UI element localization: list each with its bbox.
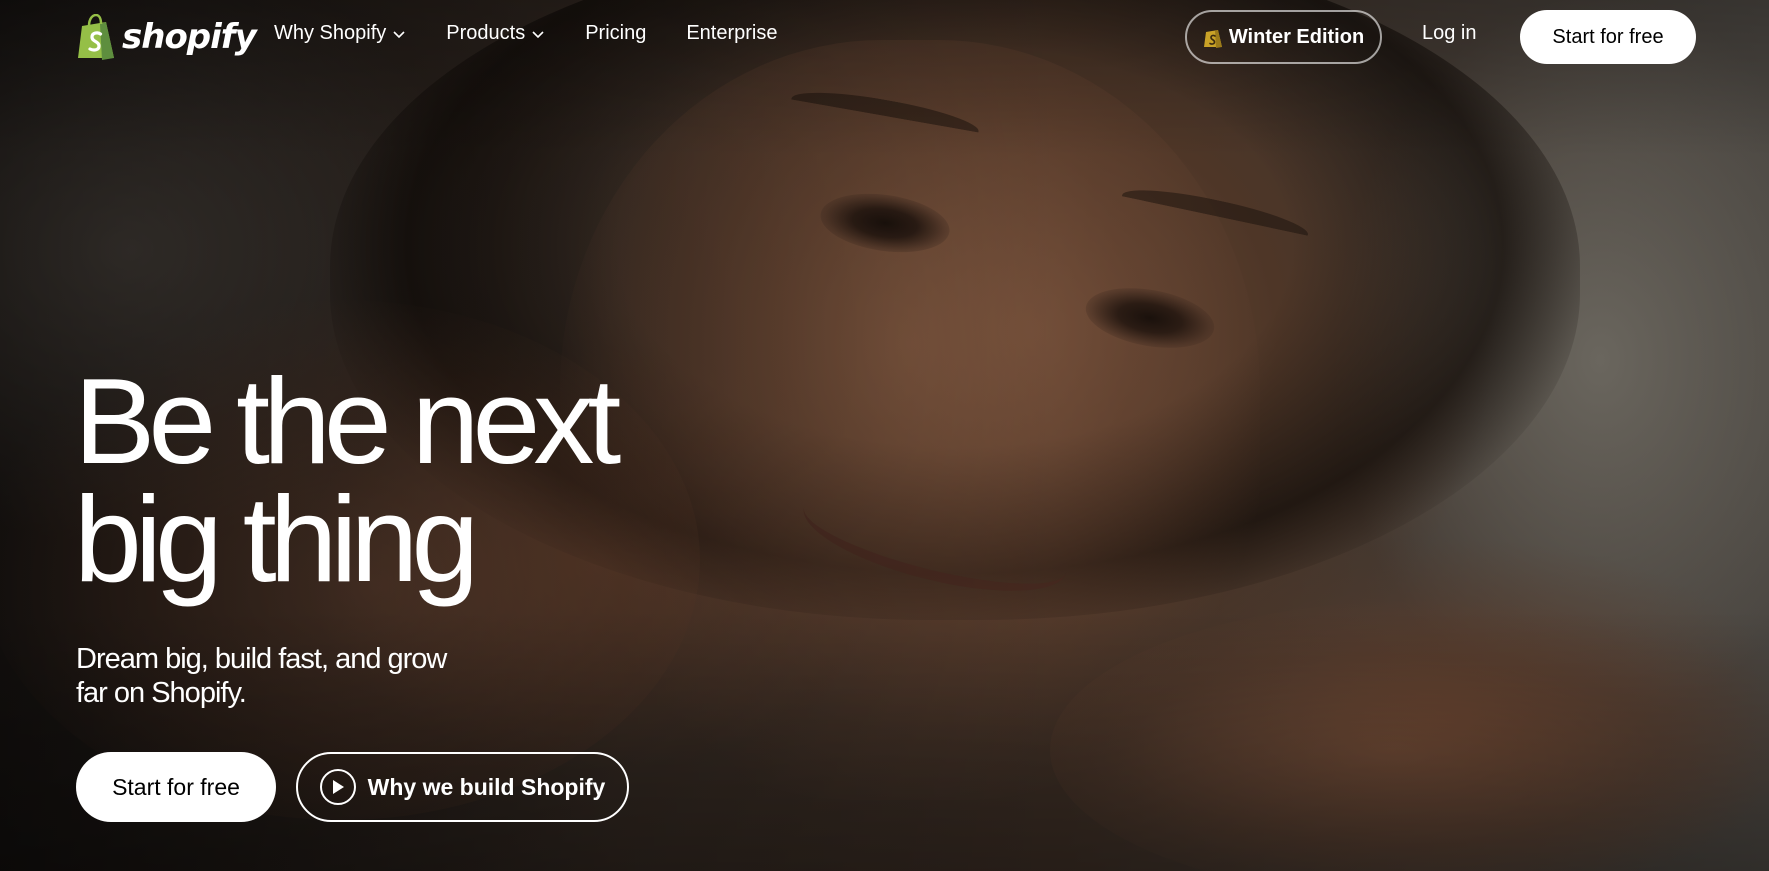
why-we-build-label: Why we build Shopify bbox=[367, 773, 606, 800]
chevron-down-icon bbox=[532, 30, 544, 38]
logo-wordmark: shopify bbox=[122, 17, 257, 57]
hero-subtitle-line2: far on Shopify. bbox=[76, 677, 247, 709]
top-navigation: shopify Why Shopify Products Pricing Ent… bbox=[0, 0, 1769, 76]
nav-item-label: Enterprise bbox=[686, 22, 778, 44]
nav-item-products[interactable]: Products bbox=[446, 22, 545, 45]
why-we-build-shopify-button[interactable]: Why we build Shopify bbox=[296, 752, 629, 822]
start-for-free-nav-button[interactable]: Start for free bbox=[1520, 10, 1696, 64]
winter-edition-label: Winter Edition bbox=[1228, 25, 1365, 48]
nav-links: Why Shopify Products Pricing Enterprise bbox=[274, 22, 818, 45]
nav-item-enterprise[interactable]: Enterprise bbox=[686, 22, 777, 45]
nav-item-label: Products bbox=[446, 22, 526, 44]
login-link[interactable]: Log in bbox=[1422, 22, 1477, 45]
shopify-bag-icon bbox=[76, 14, 116, 60]
nav-item-pricing[interactable]: Pricing bbox=[585, 22, 646, 45]
shopify-bag-icon bbox=[1203, 30, 1222, 48]
nav-item-label: Pricing bbox=[585, 22, 647, 44]
hero-headline-line2: big thing bbox=[74, 471, 479, 607]
hero-subtitle: Dream big, build fast, and grow far on S… bbox=[76, 642, 496, 710]
nav-item-label: Why Shopify bbox=[274, 22, 387, 44]
chevron-down-icon bbox=[393, 30, 405, 38]
start-for-free-hero-button[interactable]: Start for free bbox=[76, 752, 276, 822]
play-icon bbox=[319, 769, 356, 805]
hero-subtitle-line1: Dream big, build fast, and grow bbox=[76, 643, 447, 675]
winter-edition-button[interactable]: Winter Edition bbox=[1185, 10, 1382, 64]
nav-item-why-shopify[interactable]: Why Shopify bbox=[274, 22, 406, 45]
hero-headline: Be the next big thing bbox=[74, 353, 714, 607]
hero-headline-line1: Be the next bbox=[74, 353, 621, 489]
shopify-logo-link[interactable]: shopify bbox=[76, 14, 257, 60]
